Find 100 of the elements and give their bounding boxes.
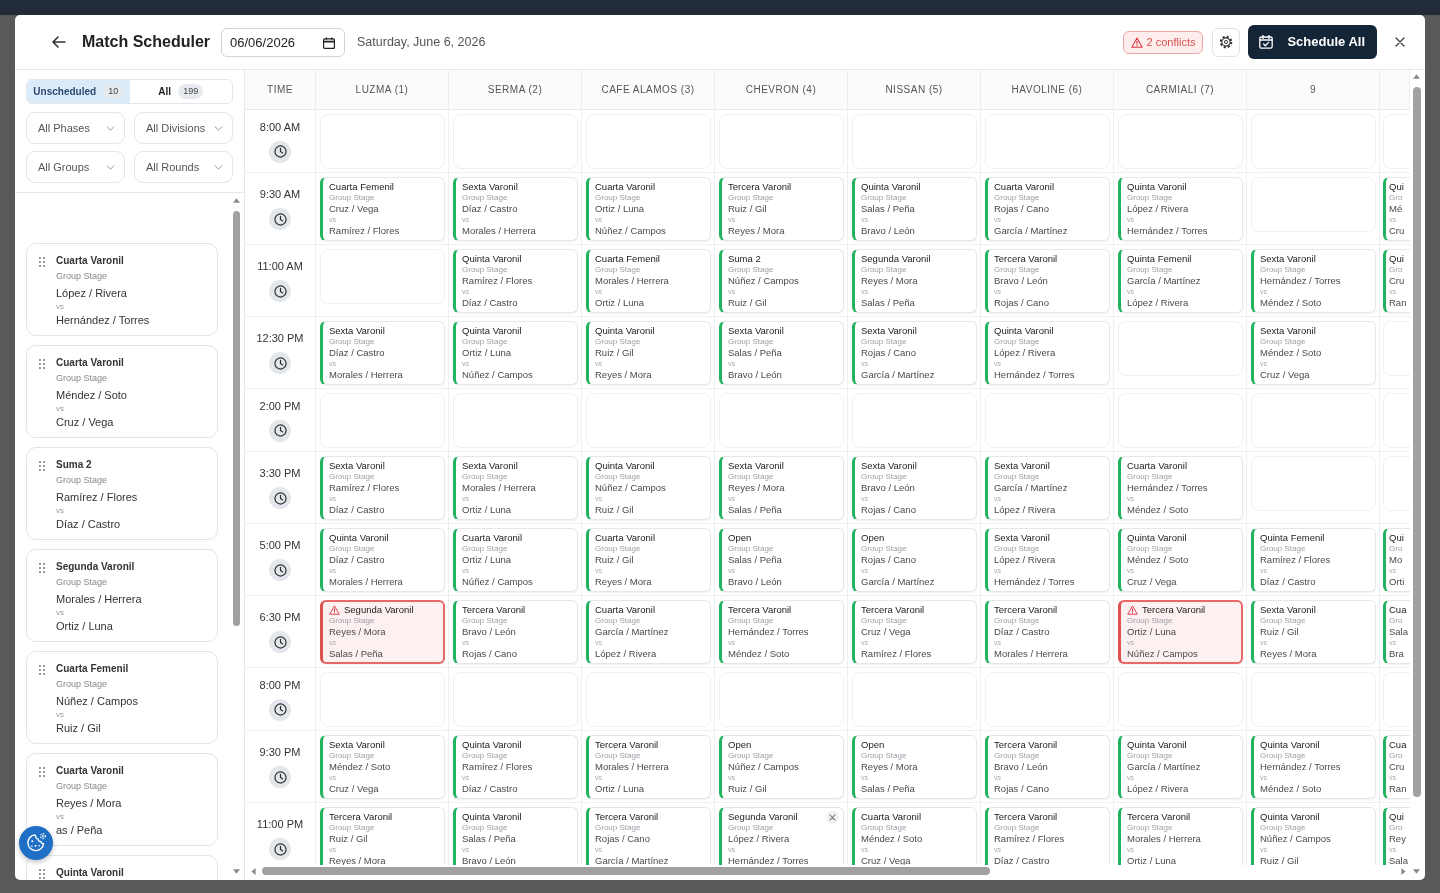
team-names: Cruz / Vega (56, 415, 114, 430)
set-time-button[interactable] (269, 766, 291, 788)
filter-select[interactable]: All Phases (26, 112, 125, 144)
scrollbar-thumb[interactable] (1412, 87, 1421, 797)
scroll-left-icon[interactable] (251, 867, 256, 875)
drag-handle-icon[interactable] (39, 665, 45, 675)
vs-label: vs (56, 812, 64, 822)
division-label: Quinta Varonil (462, 253, 522, 264)
close-icon (1395, 37, 1405, 47)
drag-handle-icon[interactable] (39, 869, 45, 879)
team-names: Bravo / León (728, 576, 782, 587)
drag-handle-icon[interactable] (39, 461, 45, 471)
stage-label: Group Stage (1127, 543, 1173, 554)
division-label: Tercera Varonil (728, 604, 792, 615)
match-card[interactable]: Cuarta Varonil Group Stage Méndez / Soto vs Cruz / Vega (26, 345, 218, 438)
division-label: Qui (1389, 253, 1404, 264)
match-card[interactable]: Suma 2 Group Stage Ramírez / Flores vs Díaz / Castro (26, 447, 218, 540)
match-card[interactable]: Cuarta Femenil Group Stage Núñez / Campos vs Ruiz / Gil (26, 651, 218, 744)
team-names: Núñez / Campos (1127, 648, 1198, 659)
stage-label: Group Stage (994, 471, 1040, 482)
scrollbar-thumb[interactable] (233, 211, 240, 626)
set-time-button[interactable] (269, 559, 291, 581)
schedule-all-button[interactable]: Schedule All (1248, 25, 1377, 59)
filter-select[interactable]: All Groups (26, 151, 125, 183)
scroll-down-icon[interactable] (233, 869, 240, 874)
team-names: Morales / Herrera (595, 275, 669, 286)
team-names: Núñez / Campos (1260, 833, 1331, 844)
division-label: Cuarta Varonil (1127, 460, 1188, 471)
division-label: Cuarta Varonil (595, 181, 656, 192)
drag-handle-icon[interactable] (39, 767, 45, 777)
set-time-button[interactable] (269, 838, 291, 860)
team-names: Sala (1389, 855, 1408, 865)
team-names: Hernández / Torres (1260, 761, 1341, 772)
drag-handle-icon[interactable] (39, 257, 45, 267)
set-time-button[interactable] (269, 419, 291, 442)
cookie-button[interactable] (19, 826, 53, 860)
scrollbar-thumb[interactable] (262, 867, 990, 875)
back-button[interactable] (49, 33, 69, 51)
remove-button[interactable] (826, 811, 839, 824)
drag-handle-icon[interactable] (39, 359, 45, 369)
filter-select[interactable]: All Rounds (134, 151, 233, 183)
conflicts-button[interactable]: 2 conflicts (1122, 30, 1204, 54)
warning-icon (329, 604, 340, 615)
set-time-button[interactable] (269, 631, 291, 653)
team-names: Núñez / Campos (462, 369, 533, 380)
stage-label: Group Stage (1260, 543, 1306, 554)
team-names: Salas / Peña (861, 783, 915, 794)
team-names: Díaz / Castro (329, 347, 385, 358)
scroll-right-icon[interactable] (1401, 867, 1406, 875)
division-label: Cuarta Femenil (56, 662, 129, 676)
match-card[interactable]: Cuarta Varonil Group Stage López / Rivera vs Hernández / Torres (26, 243, 218, 336)
team-names: Méndez / Soto (56, 388, 127, 403)
team-names: Núñez / Campos (462, 576, 533, 587)
division-label: Cuarta Femenil (595, 253, 660, 264)
team-names: Ruiz / Gil (56, 721, 101, 736)
warning-icon (1127, 604, 1138, 615)
team-names: Ruiz / Gil (728, 783, 767, 794)
settings-button[interactable] (1212, 27, 1241, 57)
calendar-icon[interactable] (323, 36, 336, 49)
division-label: Quinta Varonil (462, 739, 522, 750)
team-names: Hernández / Torres (1260, 275, 1341, 286)
set-time-button[interactable] (269, 140, 291, 163)
stage-label: Group Stage (861, 264, 907, 275)
stage-label: Group Stage (595, 336, 641, 347)
set-time-button[interactable] (269, 352, 291, 374)
filter-select[interactable]: All Divisions (134, 112, 233, 144)
team-names: Bravo / León (462, 855, 516, 865)
scroll-up-icon[interactable] (1413, 74, 1420, 79)
scroll-up-icon[interactable] (233, 198, 240, 203)
team-names: García / Martínez (861, 369, 935, 380)
date-field[interactable]: 06/06/2026 (221, 27, 346, 57)
stage-label: Group Stage (56, 270, 108, 283)
stage-label: Group Stage (462, 192, 508, 203)
team-names: Ramírez / Flores (329, 225, 400, 236)
division-label: Cuarta Varonil (595, 604, 656, 615)
team-names: Núñez / Campos (595, 225, 666, 236)
stage-label: Group Stage (1127, 750, 1173, 761)
set-time-button[interactable] (269, 208, 291, 230)
stage-label: Group Stage (728, 750, 774, 761)
drag-handle-icon[interactable] (39, 563, 45, 573)
match-card[interactable]: Cuarta Varonil Group Stage Reyes / Mora vs as / Peña (26, 753, 218, 846)
clock-icon (273, 212, 287, 226)
division-label: Tercera Varonil (861, 604, 925, 615)
stage-label: Group Stage (595, 822, 641, 833)
scroll-down-icon[interactable] (1413, 869, 1420, 874)
division-label: Sexta Varonil (861, 325, 917, 336)
filter-tab[interactable]: Unscheduled 10 (27, 80, 130, 103)
team-names: Hernández / Torres (1127, 225, 1208, 236)
match-card[interactable]: Segunda Varonil Group Stage Morales / Herrera vs Ortiz / Luna (26, 549, 218, 642)
set-time-button[interactable] (269, 487, 291, 509)
clock-icon (273, 356, 287, 370)
time-label: 8:00 PM (259, 677, 301, 692)
division-label: Tercera Varonil (595, 739, 659, 750)
team-names: Reyes / Mora (595, 576, 652, 587)
set-time-button[interactable] (269, 698, 291, 721)
team-names: Reyes / Mora (728, 225, 785, 236)
clock-icon (273, 563, 287, 577)
set-time-button[interactable] (269, 280, 291, 302)
match-card[interactable]: Quinta Varonil (26, 855, 218, 880)
team-names: Ortiz / Luna (1127, 855, 1177, 865)
